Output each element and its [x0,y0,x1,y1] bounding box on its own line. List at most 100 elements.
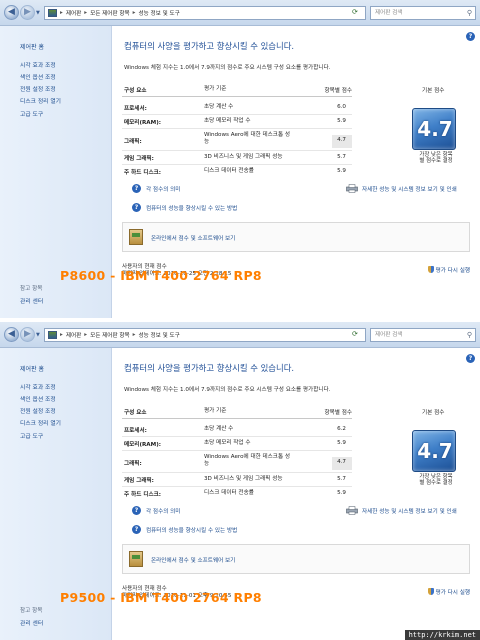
refresh-icon[interactable]: ⟳ [352,8,358,16]
subscore-value: 5.7 [337,154,346,160]
search-icon[interactable]: ⚲ [467,7,472,19]
row-divider [122,450,352,451]
breadcrumb-item-performance[interactable]: 성능 정보 및 도구 [138,331,179,339]
base-score-tile: 4.7 [412,108,456,150]
criteria-text: Windows Aero에 대한 데스크톱 성능 [204,132,291,145]
sidebar-item-advanced-tools[interactable]: 고급 도구 [20,109,43,118]
sidebar-item-indexing[interactable]: 색인 옵션 조정 [20,72,56,81]
row-divider [122,486,352,487]
sidebar-item-power[interactable]: 전원 설정 조정 [20,84,56,93]
component-name: 프로세서: [124,106,147,112]
help-question-icon: ? [132,203,141,212]
subscore-value: 5.9 [337,118,346,124]
printer-icon [346,506,358,515]
sidebar-item-power[interactable]: 전원 설정 조정 [20,406,56,415]
breadcrumb[interactable]: ▸ 제어판 ▸ 모든 제어판 항목 ▸ 성능 정보 및 도구 [44,328,366,342]
component-name: 메모리(RAM): [124,442,161,448]
base-score-value: 4.7 [417,439,453,463]
sidebar-home-link[interactable]: 제어판 홈 [20,364,44,373]
search-placeholder: 제어판 검색 [375,332,403,338]
component-name: 주 하드 디스크: [124,492,162,498]
search-placeholder: 제어판 검색 [375,10,403,16]
search-icon[interactable]: ⚲ [467,329,472,341]
online-scores-link[interactable]: 온라인에서 점수 및 소프트웨어 보기 [151,556,235,564]
sidebar-item-action-center[interactable]: 관리 센터 [20,618,43,627]
recent-pages-dropdown-icon[interactable]: ▼ [36,332,40,338]
base-score-caption: 가장 낮은 항목 별 점수로 결정 [419,152,453,165]
recent-pages-dropdown-icon[interactable]: ▼ [36,10,40,16]
sidebar-home-link[interactable]: 제어판 홈 [20,42,44,51]
base-score-value: 4.7 [417,117,453,141]
search-input[interactable]: 제어판 검색 ⚲ [370,6,476,20]
breadcrumb[interactable]: ▸ 제어판 ▸ 모든 제어판 항목 ▸ 성능 정보 및 도구 [44,6,366,20]
rerun-assessment-link[interactable]: 평가 다시 실행 [427,588,470,596]
model-caption: P8600 - IBM T400 2764 RP8 [60,268,262,283]
help-icon[interactable]: ? [466,354,475,363]
subscore-value: 6.2 [337,426,346,432]
improve-performance-link[interactable]: 컴퓨터의 성능을 향상시킬 수 있는 방법 [146,204,237,212]
breadcrumb-item-performance[interactable]: 성능 정보 및 도구 [138,9,179,17]
software-box-icon [129,229,143,245]
sidebar-item-visual-effects[interactable]: 시각 효과 조정 [20,60,56,69]
criteria-text: 초당 계산 수 [204,426,234,432]
row-divider [122,164,352,165]
back-button[interactable]: ◀ [4,5,19,20]
rerun-assessment-link[interactable]: 평가 다시 실행 [427,266,470,274]
breadcrumb-separator-icon: ▸ [60,332,63,338]
column-header-criteria: 평가 기준 [204,86,227,92]
row-divider [122,472,352,473]
breadcrumb-separator-icon: ▸ [84,332,88,338]
column-header-subscore: 항목별 점수 [324,410,352,416]
breadcrumb-item-all-items[interactable]: 모든 제어판 항목 [90,331,130,339]
subscore-value: 5.7 [337,476,346,482]
criteria-text: 디스크 데이터 전송률 [204,168,254,174]
row-divider [122,114,352,115]
improve-performance-link[interactable]: 컴퓨터의 성능을 향상시킬 수 있는 방법 [146,526,237,534]
component-name: 게임 그래픽: [124,478,154,484]
subscore-value: 4.7 [337,459,346,465]
online-scores-link[interactable]: 온라인에서 점수 및 소프트웨어 보기 [151,234,235,242]
sidebar-item-disk-cleanup[interactable]: 디스크 정리 열기 [20,96,61,105]
component-name: 프로세서: [124,428,147,434]
watermark: http://krkim.net [404,630,480,640]
printer-icon [346,184,358,193]
breadcrumb-item-all-items[interactable]: 모든 제어판 항목 [90,9,130,17]
refresh-icon[interactable]: ⟳ [352,330,358,338]
base-score-caption: 가장 낮은 항목 별 점수로 결정 [419,474,453,487]
subscore-value: 5.9 [337,490,346,496]
column-header-base-score: 기본 점수 [422,410,445,416]
help-question-icon: ? [132,506,141,515]
sidebar-item-action-center[interactable]: 관리 센터 [20,296,43,305]
address-bar: ◀ ▶ ▼ ▸ 제어판 ▸ 모든 제어판 항목 ▸ 성능 정보 및 도구 ⟳ 제… [0,0,480,26]
breadcrumb-separator-icon: ▸ [84,10,88,16]
screenshot-panel-p9500: ◀ ▶ ▼ ▸ 제어판 ▸ 모든 제어판 항목 ▸ 성능 정보 및 도구 ⟳ 제… [0,322,480,640]
rerun-label: 평가 다시 실행 [435,590,470,596]
criteria-text: 초당 메모리 작업 수 [204,440,251,446]
search-input[interactable]: 제어판 검색 ⚲ [370,328,476,342]
criteria-text: 3D 비즈니스 및 게임 그래픽 성능 [204,476,283,482]
screenshot-panel-p8600: ◀ ▶ ▼ ▸ 제어판 ▸ 모든 제어판 항목 ▸ 성능 정보 및 도구 ⟳ 제… [0,0,480,318]
score-meaning-link[interactable]: 각 점수의 의미 [146,507,180,515]
detailed-info-print-link[interactable]: 자세한 성능 및 시스템 정보 보기 및 인쇄 [362,507,457,515]
sidebar-item-indexing[interactable]: 색인 옵션 조정 [20,394,56,403]
forward-button[interactable]: ▶ [20,5,35,20]
breadcrumb-item-control-panel[interactable]: 제어판 [66,331,81,339]
subscore-value: 6.0 [337,104,346,110]
help-icon[interactable]: ? [466,32,475,41]
breadcrumb-item-control-panel[interactable]: 제어판 [66,9,81,17]
column-header-component: 구성 요소 [124,88,147,94]
detailed-info-print-link[interactable]: 자세한 성능 및 시스템 정보 보기 및 인쇄 [362,185,457,193]
sidebar-item-advanced-tools[interactable]: 고급 도구 [20,431,43,440]
sidebar-item-visual-effects[interactable]: 시각 효과 조정 [20,382,56,391]
back-button[interactable]: ◀ [4,327,19,342]
sidebar-see-also-heading: 참고 항목 [20,286,43,292]
score-meaning-link[interactable]: 각 점수의 의미 [146,185,180,193]
control-panel-icon [48,9,57,17]
criteria-text: 3D 비즈니스 및 게임 그래픽 성능 [204,154,283,160]
row-divider [122,436,352,437]
row-divider [122,128,352,129]
online-software-panel: 온라인에서 점수 및 소프트웨어 보기 [122,222,470,252]
sidebar-item-disk-cleanup[interactable]: 디스크 정리 열기 [20,418,61,427]
breadcrumb-separator-icon: ▸ [60,10,63,16]
forward-button[interactable]: ▶ [20,327,35,342]
